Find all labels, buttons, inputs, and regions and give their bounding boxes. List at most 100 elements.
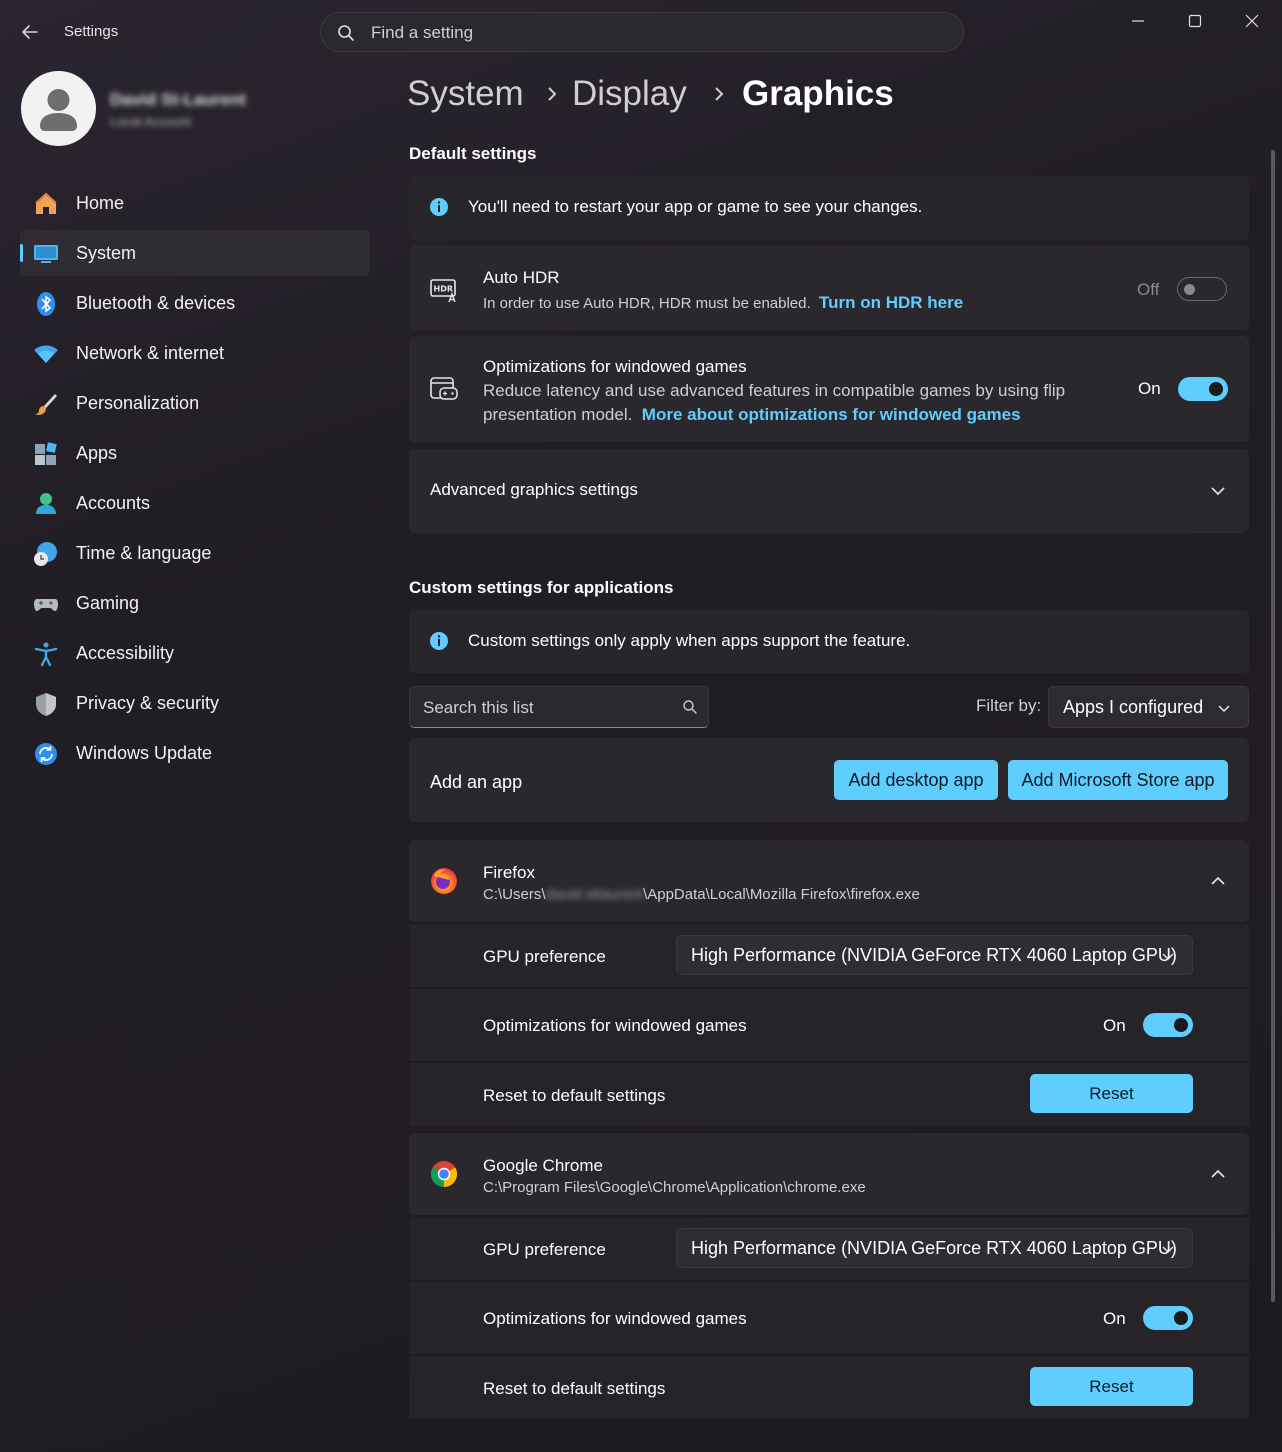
minimize-button[interactable] [1118, 10, 1158, 32]
brush-icon [35, 394, 57, 415]
default-settings-heading: Default settings [409, 144, 537, 163]
sidebar-item-system[interactable]: System [20, 230, 370, 276]
search-list-input[interactable]: Search this list [409, 686, 709, 728]
add-store-app-button[interactable]: Add Microsoft Store app [1008, 760, 1228, 800]
app-header-firefox[interactable]: Firefox C:\Users\david.stlaurent\AppData… [409, 840, 1249, 922]
restart-info-card: You'll need to restart your app or game … [409, 176, 1249, 240]
chevron-right-icon [548, 87, 557, 101]
apps-icon [35, 442, 57, 465]
sidebar-item-personalization[interactable]: Personalization [20, 380, 370, 426]
sidebar-item-label: Time & language [76, 543, 212, 563]
globe-clock-icon [34, 542, 57, 566]
sidebar-item-label: System [76, 243, 137, 263]
breadcrumb-graphics: Graphics [742, 74, 894, 113]
gpu-preference-row-chrome: GPU preference High Performance (NVIDIA … [409, 1217, 1249, 1280]
sidebar-item-accounts[interactable]: Accounts [20, 480, 370, 526]
chevron-down-icon [1211, 487, 1225, 496]
advanced-graphics-row[interactable]: Advanced graphics settings [409, 449, 1249, 533]
sidebar-item-gaming[interactable]: Gaming [20, 580, 370, 626]
sidebar-item-bluetooth[interactable]: Bluetooth & devices [20, 280, 370, 326]
filter-label: Filter by: [976, 696, 1042, 715]
settings-window: Settings Find a setting David St-Laurent… [0, 0, 1282, 1452]
windowed-games-row-chrome: Optimizations for windowed games On [409, 1282, 1249, 1354]
sidebar-item-label: Apps [76, 443, 118, 463]
sidebar-item-network[interactable]: Network & internet [20, 330, 370, 376]
hdr-icon: HDR [430, 279, 456, 303]
info-icon [430, 198, 448, 216]
windowed-game-icon [430, 377, 458, 400]
chevron-down-icon [1162, 953, 1174, 961]
search-placeholder: Find a setting [371, 23, 474, 42]
search-icon [338, 25, 354, 41]
search-icon [683, 700, 697, 714]
reset-button-firefox[interactable]: Reset [1030, 1074, 1193, 1113]
sidebar-item-label: Home [76, 193, 125, 213]
auto-hdr-desc: In order to use Auto HDR, HDR must be en… [483, 291, 963, 316]
windowed-games-state-label: On [1138, 379, 1161, 398]
auto-hdr-toggle[interactable] [1177, 277, 1227, 301]
sidebar-item-windows-update[interactable]: Windows Update [20, 730, 370, 776]
app-path-chrome: C:\Program Files\Google\Chrome\Applicati… [483, 1179, 866, 1196]
add-desktop-app-button[interactable]: Add desktop app [834, 760, 998, 800]
user-avatar-icon [40, 89, 77, 131]
windowed-games-toggle[interactable] [1178, 377, 1228, 401]
accessibility-icon [34, 642, 58, 667]
maximize-button[interactable] [1175, 10, 1215, 32]
reset-button-chrome[interactable]: Reset [1030, 1367, 1193, 1406]
sidebar-item-label: Accessibility [76, 643, 175, 663]
scrollbar[interactable] [1271, 150, 1275, 1302]
auto-hdr-row: HDR Auto HDR In order to use Auto HDR, H… [409, 245, 1249, 330]
filter-dropdown[interactable]: Apps I configured [1048, 686, 1249, 728]
wifi-icon [34, 345, 58, 363]
advanced-graphics-label: Advanced graphics settings [430, 480, 638, 499]
turn-on-hdr-link[interactable]: Turn on HDR here [819, 293, 963, 312]
chevron-up-icon [1211, 876, 1225, 885]
sidebar-item-label: Windows Update [76, 743, 213, 763]
breadcrumb-display[interactable]: Display [572, 74, 687, 114]
app-path-suffix: \AppData\Local\Mozilla Firefox\firefox.e… [643, 886, 920, 903]
windowed-games-state-label: On [1103, 1309, 1126, 1328]
shield-icon [36, 693, 56, 716]
chevron-down-icon [1162, 1246, 1174, 1254]
chevron-up-icon [1211, 1169, 1225, 1178]
windowed-games-toggle-chrome[interactable] [1143, 1306, 1193, 1330]
sidebar-item-apps[interactable]: Apps [20, 430, 370, 476]
bluetooth-icon [37, 292, 55, 316]
windowed-games-label: Optimizations for windowed games [483, 1309, 747, 1328]
sidebar-item-home[interactable]: Home [20, 180, 370, 226]
app-header-chrome[interactable]: Google Chrome C:\Program Files\Google\Ch… [409, 1133, 1249, 1215]
close-icon [1245, 14, 1259, 28]
minimize-icon [1132, 20, 1144, 22]
windowed-games-toggle-firefox[interactable] [1143, 1013, 1193, 1037]
avatar[interactable] [21, 71, 96, 146]
app-title: Settings [64, 23, 119, 40]
reset-row-chrome: Reset to default settings Reset [409, 1356, 1249, 1419]
chevron-right-icon [715, 87, 724, 101]
back-button[interactable] [18, 20, 42, 44]
sidebar-item-time-language[interactable]: Time & language [20, 530, 370, 576]
auto-hdr-state-label: Off [1137, 280, 1160, 299]
add-app-row: Add an app Add desktop app Add Microsoft… [409, 738, 1249, 822]
chrome-icon [430, 1161, 458, 1188]
windowed-games-row: Optimizations for windowed games Reduce … [409, 336, 1249, 442]
windowed-games-learn-more-link[interactable]: More about optimizations for windowed ga… [642, 405, 1021, 424]
sidebar-item-label: Accounts [76, 493, 151, 513]
nav-list: Home System Bluetooth & devices Network … [20, 180, 370, 780]
reset-row-firefox: Reset to default settings Reset [409, 1063, 1249, 1126]
sidebar-item-label: Gaming [76, 593, 140, 613]
app-name-firefox: Firefox [483, 863, 535, 882]
windowed-games-desc-line1: Reduce latency and use advanced features… [483, 381, 1066, 400]
info-icon [430, 632, 448, 650]
close-button[interactable] [1232, 10, 1272, 32]
gpu-preference-label: GPU preference [483, 947, 606, 966]
breadcrumb-system[interactable]: System [407, 74, 524, 114]
gpu-preference-label: GPU preference [483, 1240, 606, 1259]
app-path-redacted: david.stlaurent [545, 886, 644, 903]
gpu-preference-dropdown-chrome[interactable]: High Performance (NVIDIA GeForce RTX 406… [676, 1228, 1193, 1268]
sidebar-item-label: Privacy & security [76, 693, 220, 713]
sidebar-item-accessibility[interactable]: Accessibility [20, 630, 370, 676]
sidebar-item-label: Bluetooth & devices [76, 293, 236, 313]
gpu-preference-dropdown-firefox[interactable]: High Performance (NVIDIA GeForce RTX 406… [676, 935, 1193, 975]
find-setting-search[interactable]: Find a setting [320, 12, 964, 52]
sidebar-item-privacy[interactable]: Privacy & security [20, 680, 370, 726]
